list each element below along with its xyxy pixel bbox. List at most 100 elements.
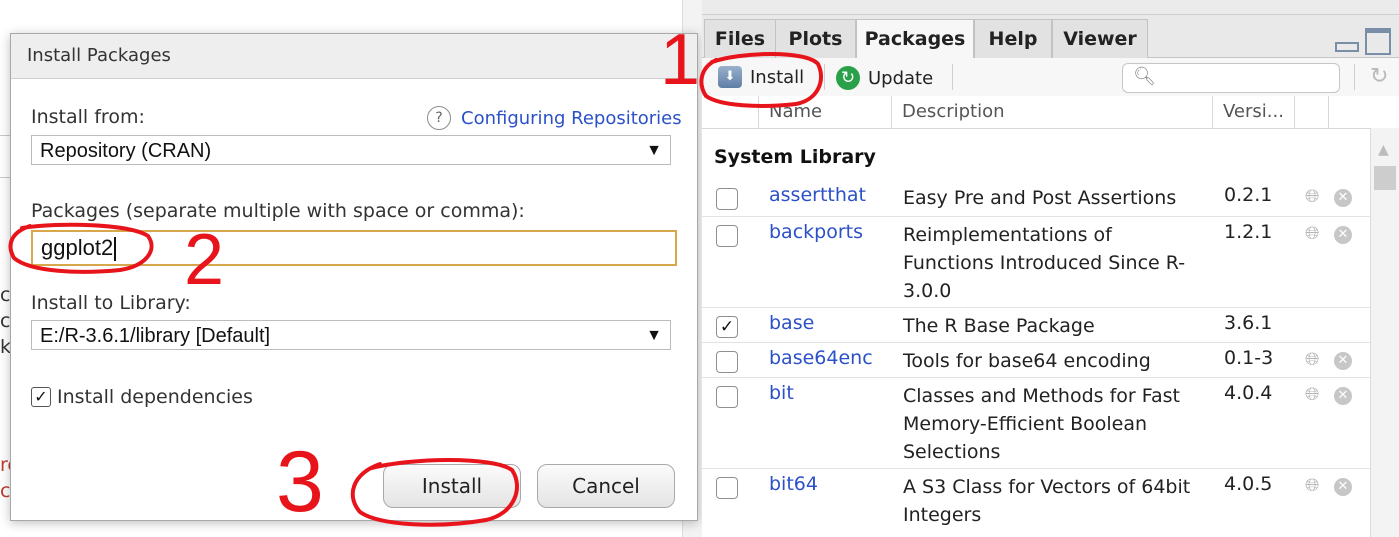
text-cursor [114,237,117,262]
update-toolbar-label: Update [868,67,934,89]
package-description: Reimplementations of Functions Introduce… [903,224,1186,302]
description-column-header[interactable]: Description [891,96,1212,128]
install-to-library-label: Install to Library: [31,292,191,314]
tab-help[interactable]: Help [974,19,1052,58]
spacer-column-header [1294,96,1328,128]
vertical-scrollbar[interactable]: ▲ [1370,128,1399,537]
install-toolbar-button[interactable]: ⬇ Install [718,66,804,88]
pane-window-buttons [1335,28,1391,55]
package-load-checkbox[interactable]: ✓ [716,316,738,338]
table-row: backports Reimplementations of Functions… [702,217,1370,308]
install-to-library-select[interactable]: E:/R-3.6.1/library [Default] ▼ [31,320,671,350]
install-icon: ⬇ [718,66,742,88]
update-toolbar-button[interactable]: ↻ Update [836,66,933,90]
toolbar-separator [1354,64,1355,90]
scroll-up-icon[interactable]: ▲ [1378,142,1389,158]
install-packages-dialog: Install Packages Install from: ? Configu… [10,33,698,521]
tab-viewer[interactable]: Viewer [1052,19,1148,58]
package-version: 0.1-3 [1224,347,1274,369]
package-name-link[interactable]: base [769,312,814,334]
package-name-link[interactable]: backports [769,221,863,243]
install-to-library-value: E:/R-3.6.1/library [Default] [40,325,271,347]
toolbar-separator [824,64,825,90]
spacer-column-header [1328,96,1370,128]
package-version: 3.6.1 [1224,312,1273,334]
packages-pane: Files Plots Packages Help Viewer ⬇ Insta… [702,0,1399,537]
install-dependencies-label: Install dependencies [57,386,253,408]
install-from-select[interactable]: Repository (CRAN) ▼ [31,135,671,165]
package-version: 1.2.1 [1224,221,1273,243]
info-icon[interactable]: ? [427,106,451,130]
package-list: assertthat Easy Pre and Post Assertions … [702,180,1370,531]
table-row: ✓ base The R Base Package 3.6.1 [702,308,1370,343]
remove-icon[interactable]: ✕ [1334,352,1352,370]
package-load-checkbox[interactable] [716,351,738,373]
package-load-checkbox[interactable] [716,225,738,247]
package-name-link[interactable]: assertthat [769,184,866,206]
package-name-link[interactable]: base64enc [769,347,873,369]
install-dependencies-row[interactable]: ✓ Install dependencies [31,386,253,408]
annotation-step-2: 2 [184,220,225,300]
table-row: bit Classes and Methods for Fast Memory-… [702,378,1370,469]
dialog-title: Install Packages [11,34,697,79]
divider [0,135,10,136]
tab-files[interactable]: Files [704,19,776,58]
table-row: base64enc Tools for base64 encoding 0.1-… [702,343,1370,378]
globe-icon[interactable]: 🌐︎ [1305,186,1319,207]
package-load-checkbox[interactable] [716,386,738,408]
refresh-icon[interactable]: ↻ [1370,64,1388,89]
scrollbar-thumb[interactable] [1374,166,1396,190]
packages-input[interactable]: ggplot2 [31,230,677,266]
table-row: assertthat Easy Pre and Post Assertions … [702,180,1370,217]
maximize-icon[interactable] [1365,28,1391,55]
package-version: 4.0.4 [1224,382,1273,404]
system-library-heading: System Library [714,146,876,168]
annotation-step-1: 1 [660,20,701,100]
remove-icon[interactable]: ✕ [1334,189,1352,207]
install-dependencies-checkbox[interactable]: ✓ [31,387,51,407]
table-row: bit64 A S3 Class for Vectors of 64bit In… [702,469,1370,531]
packages-label: Packages (separate multiple with space o… [31,200,525,222]
tab-packages[interactable]: Packages [856,19,974,59]
package-description: A S3 Class for Vectors of 64bit Integers [903,476,1191,526]
package-load-checkbox[interactable] [716,188,738,210]
remove-icon[interactable]: ✕ [1334,226,1352,244]
package-description: Classes and Methods for Fast Memory-Effi… [903,385,1180,463]
packages-input-value: ggplot2 [41,235,114,260]
install-from-value: Repository (CRAN) [40,140,212,162]
configuring-repositories-link[interactable]: ? Configuring Repositories [427,106,682,130]
globe-icon[interactable]: 🌐︎ [1305,349,1319,370]
package-version: 4.0.5 [1224,473,1273,495]
package-load-checkbox[interactable] [716,477,738,499]
package-search-input[interactable]: 🔍︎ [1122,63,1340,93]
package-name-link[interactable]: bit64 [769,473,818,495]
package-name-link[interactable]: bit [769,382,794,404]
remove-icon[interactable]: ✕ [1334,478,1352,496]
configuring-repositories-text[interactable]: Configuring Repositories [461,108,682,129]
dropdown-caret-icon[interactable]: ▼ [646,136,662,166]
name-column-header[interactable]: Name [758,96,891,128]
package-version: 0.2.1 [1224,184,1273,206]
globe-icon[interactable]: 🌐︎ [1305,475,1319,496]
search-icon: 🔍︎ [1133,66,1156,87]
install-button[interactable]: Install [383,464,521,508]
install-toolbar-label: Install [750,66,805,88]
remove-icon[interactable]: ✕ [1334,387,1352,405]
minimize-icon[interactable] [1335,42,1359,52]
pane-top-border [702,0,1399,15]
cancel-button[interactable]: Cancel [537,464,675,508]
package-description: Tools for base64 encoding [903,350,1151,372]
checkbox-column-header [702,96,758,128]
tab-plots[interactable]: Plots [775,19,856,58]
globe-icon[interactable]: 🌐︎ [1305,384,1319,405]
globe-icon[interactable]: 🌐︎ [1305,223,1319,244]
package-description: The R Base Package [903,315,1095,337]
version-column-header[interactable]: Versi... [1212,96,1294,128]
toolbar-separator [952,64,953,90]
pane-tab-bar: Files Plots Packages Help Viewer [702,15,1399,59]
install-from-label: Install from: [31,106,145,128]
package-description: Easy Pre and Post Assertions [903,187,1177,209]
packages-toolbar: ⬇ Install ↻ Update 🔍︎ ↻ [702,58,1399,97]
update-icon: ↻ [836,66,860,90]
dropdown-caret-icon[interactable]: ▼ [646,321,662,351]
